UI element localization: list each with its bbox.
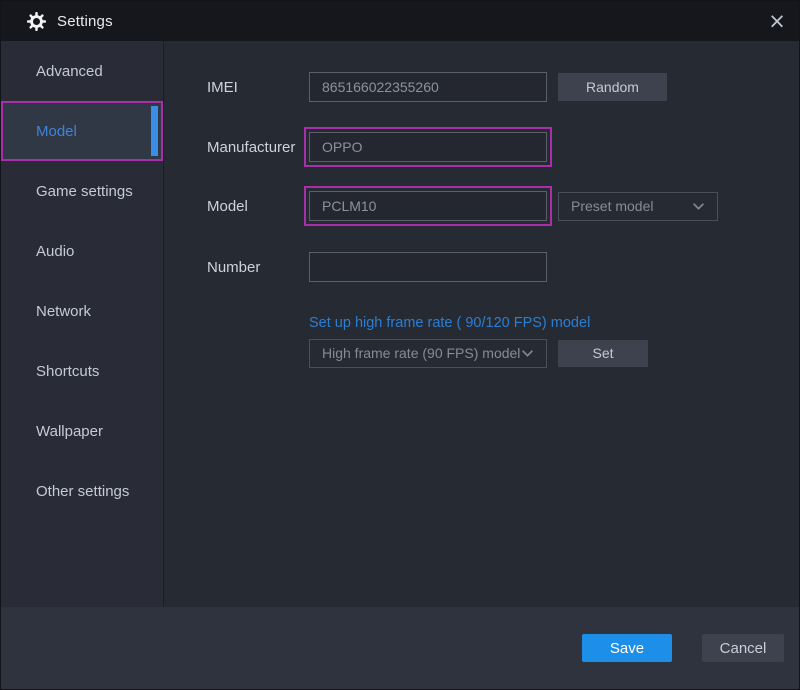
preset-model-dropdown[interactable]: Preset model	[558, 191, 718, 221]
number-input[interactable]	[309, 252, 547, 282]
manufacturer-row: Manufacturer	[207, 127, 552, 167]
gear-icon	[27, 11, 46, 31]
sidebar-item-other-settings[interactable]: Other settings	[1, 461, 163, 521]
frame-rate-dropdown[interactable]: High frame rate (90 FPS) model	[309, 338, 547, 368]
model-label: Model	[207, 197, 248, 215]
high-frame-rate-link[interactable]: Set up high frame rate ( 90/120 FPS) mod…	[309, 315, 590, 331]
sidebar-item-model[interactable]: Model	[1, 101, 163, 161]
high-frame-rate-row: High frame rate (90 FPS) model Set	[309, 338, 648, 368]
chevron-down-icon	[693, 202, 704, 210]
titlebar: Settings ×	[1, 1, 799, 41]
random-button[interactable]: Random	[558, 73, 667, 101]
sidebar-item-advanced[interactable]: Advanced	[1, 41, 163, 101]
number-row: Number	[207, 252, 547, 282]
sidebar-item-shortcuts[interactable]: Shortcuts	[1, 341, 163, 401]
model-input[interactable]	[309, 191, 547, 221]
imei-label: IMEI	[207, 78, 238, 96]
close-icon[interactable]: ×	[755, 1, 799, 41]
imei-row: IMEI Random	[207, 72, 667, 102]
manufacturer-input[interactable]	[309, 132, 547, 162]
save-button[interactable]: Save	[582, 634, 672, 662]
high-frame-rate-link-row: Set up high frame rate ( 90/120 FPS) mod…	[309, 313, 590, 333]
footer-bar: Save Cancel	[1, 607, 799, 689]
set-button[interactable]: Set	[558, 339, 648, 367]
selected-accent-bar	[151, 106, 158, 156]
sidebar-item-network[interactable]: Network	[1, 281, 163, 341]
sidebar: Advanced Model Game settings Audio Netwo…	[1, 41, 164, 607]
sidebar-item-wallpaper[interactable]: Wallpaper	[1, 401, 163, 461]
sidebar-item-audio[interactable]: Audio	[1, 221, 163, 281]
sidebar-item-game-settings[interactable]: Game settings	[1, 161, 163, 221]
model-settings-panel: IMEI Random Manufacturer Model Preset mo…	[164, 41, 799, 607]
window-title: Settings	[57, 12, 113, 30]
number-label: Number	[207, 258, 261, 276]
settings-window: Settings × Advanced Model Game settings …	[0, 0, 800, 690]
chevron-down-icon	[522, 349, 533, 357]
highlight-annotation	[304, 186, 552, 226]
highlight-annotation	[304, 127, 552, 167]
model-row: Model Preset model	[207, 186, 718, 226]
cancel-button[interactable]: Cancel	[702, 634, 784, 662]
manufacturer-label: Manufacturer	[207, 138, 296, 156]
imei-input[interactable]	[309, 72, 547, 102]
